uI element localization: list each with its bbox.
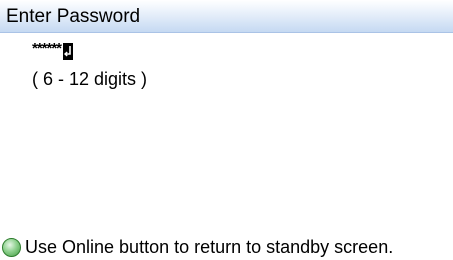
password-field[interactable]: ****** bbox=[32, 40, 74, 64]
password-masked-value: ****** bbox=[32, 40, 62, 57]
footer-text: Use Online button to return to standby s… bbox=[25, 237, 394, 257]
online-led-icon bbox=[2, 237, 21, 257]
enter-return-icon bbox=[63, 43, 74, 60]
footer-message: Use Online button to return to standby s… bbox=[2, 236, 393, 258]
password-length-hint: ( 6 - 12 digits ) bbox=[32, 69, 148, 89]
title-bar: Enter Password bbox=[0, 0, 453, 33]
page-title: Enter Password bbox=[6, 6, 141, 27]
